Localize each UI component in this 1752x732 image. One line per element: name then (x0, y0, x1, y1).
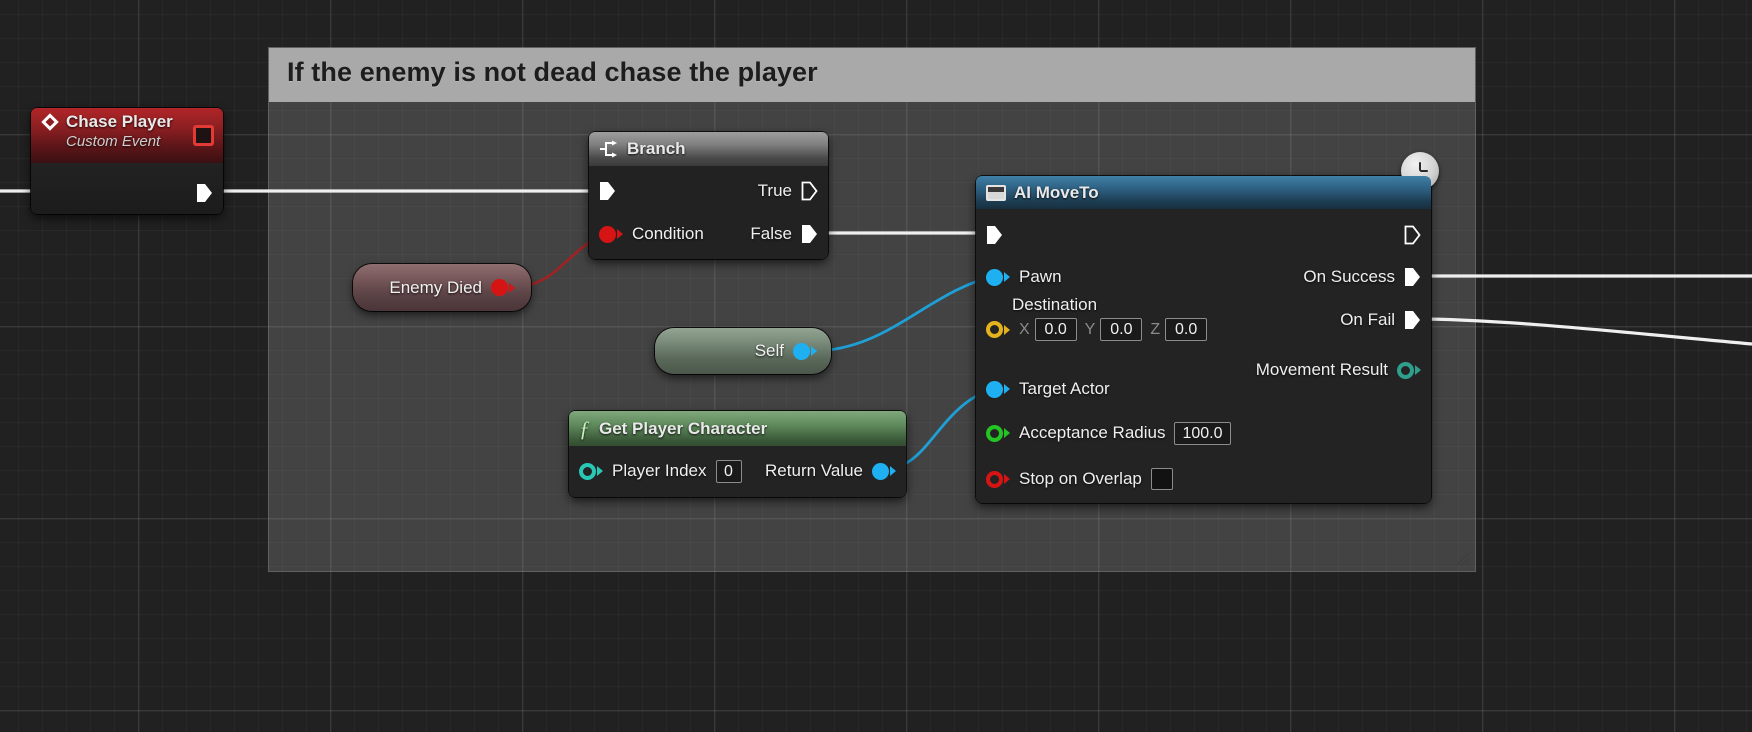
variable-label: Enemy Died (389, 277, 482, 297)
stop-on-overlap-checkbox[interactable] (1150, 468, 1173, 490)
vector-in-pin-destination[interactable] (986, 321, 1003, 338)
node-title: Chase Player (66, 112, 173, 131)
pin-row-condition[interactable]: Condition (599, 221, 704, 247)
pin-row-movement-result[interactable]: Movement Result (1256, 357, 1421, 383)
pin-arrow-icon (509, 282, 515, 293)
pin-arrow-icon (890, 466, 896, 476)
node-body: True Condition False (589, 166, 828, 259)
object-in-pin-target-actor[interactable] (986, 380, 1003, 398)
node-branch[interactable]: Branch True Condition False (589, 132, 828, 259)
pin-arrow-icon (1004, 384, 1010, 394)
node-body: Pawn On Success Destination X 0.0 Y 0.0 (976, 209, 1431, 503)
int-in-pin-player-index[interactable] (579, 462, 596, 480)
destination-x-field[interactable]: 0.0 (1034, 318, 1077, 341)
pin-label-pawn: Pawn (1019, 267, 1062, 286)
pin-arrow-icon (597, 466, 603, 476)
float-in-pin-acceptance-radius[interactable] (986, 424, 1003, 442)
destination-z-field[interactable]: 0.0 (1165, 318, 1208, 341)
pin-label-on-fail: On Fail (1340, 310, 1395, 329)
pin-label-stop-on-overlap: Stop on Overlap (1019, 469, 1142, 488)
pin-row-exec-out[interactable] (196, 180, 213, 206)
node-header[interactable]: Chase Player Custom Event (31, 108, 223, 163)
pin-label-false: False (750, 224, 792, 243)
pin-label-movement-result: Movement Result (1255, 360, 1388, 379)
pin-arrow-icon (1004, 272, 1010, 282)
exec-out-on-fail-pin-icon[interactable] (1404, 310, 1421, 330)
node-ai-move-to[interactable]: AI MoveTo Pawn On Success Destination X … (976, 152, 1439, 503)
pin-row-on-fail[interactable]: On Fail (1340, 307, 1421, 333)
node-body (31, 163, 223, 214)
axis-label-x: X (1019, 320, 1030, 338)
object-out-pin-return-value[interactable] (872, 462, 889, 480)
node-title: Branch (627, 139, 686, 158)
node-enemy-died-variable[interactable]: Enemy Died (353, 264, 531, 311)
exec-out-true-pin-icon[interactable] (801, 181, 818, 201)
node-subtitle: Custom Event (66, 133, 161, 150)
bool-out-pin[interactable] (491, 279, 508, 296)
comment-box-title: If the enemy is not dead chase the playe… (287, 57, 818, 87)
acceptance-radius-field[interactable]: 100.0 (1174, 421, 1231, 445)
exec-in-pin-icon[interactable] (986, 225, 1003, 245)
event-diamond-icon (41, 113, 59, 131)
pin-label-acceptance-radius: Acceptance Radius (1019, 423, 1166, 442)
bool-in-pin-stop-on-overlap[interactable] (986, 470, 1003, 488)
axis-label-z: Z (1150, 320, 1161, 338)
node-title: AI MoveTo (1014, 182, 1099, 202)
pin-label-player-index: Player Index (612, 461, 707, 480)
node-self-reference[interactable]: Self (655, 328, 831, 374)
function-f-icon: ƒ (579, 415, 590, 441)
axis-label-y: Y (1084, 320, 1096, 338)
exec-out-on-success-pin-icon[interactable] (1404, 267, 1421, 287)
pin-label-return-value: Return Value (765, 461, 863, 480)
node-header[interactable]: ƒ Get Player Character (569, 411, 906, 446)
pin-row-stop-on-overlap[interactable]: Stop on Overlap (986, 466, 1173, 492)
pin-row-false[interactable]: False (750, 221, 818, 247)
node-title: Get Player Character (599, 418, 768, 438)
object-in-pin-pawn[interactable] (986, 268, 1003, 286)
pin-label-condition: Condition (632, 224, 704, 243)
pin-row-return-value[interactable]: Return Value (765, 458, 896, 484)
pin-row-destination[interactable]: Destination X 0.0 Y 0.0 Z 0.0 (986, 295, 1208, 341)
object-out-pin[interactable] (793, 342, 810, 360)
pin-arrow-icon (1004, 324, 1010, 335)
node-body: Player Index 0 Return Value (569, 446, 906, 497)
variable-label: Self (754, 341, 784, 360)
node-header[interactable]: AI MoveTo (976, 176, 1431, 209)
pin-row-acceptance-radius[interactable]: Acceptance Radius 100.0 (986, 420, 1231, 446)
pin-row-on-success[interactable]: On Success (1303, 264, 1421, 290)
event-delegate-pin[interactable] (193, 125, 214, 146)
pin-arrow-icon (1415, 365, 1421, 375)
pin-label-destination: Destination (1012, 295, 1098, 314)
pin-row-target-actor[interactable]: Target Actor (986, 376, 1110, 402)
enum-out-pin-movement-result[interactable] (1397, 361, 1414, 379)
pin-arrow-icon (1004, 474, 1010, 484)
node-get-player-character[interactable]: ƒ Get Player Character Player Index 0 Re… (569, 411, 906, 497)
player-index-value-field[interactable]: 0 (715, 459, 742, 483)
branch-icon (600, 140, 617, 158)
exec-out-pin-icon[interactable] (1404, 225, 1421, 245)
pin-arrow-icon (1004, 428, 1010, 438)
pin-row-pawn[interactable]: Pawn (986, 264, 1062, 290)
node-header[interactable]: Branch (589, 132, 828, 166)
pin-label-true: True (757, 181, 792, 200)
pin-row-exec-in[interactable] (986, 222, 1003, 248)
exec-in-pin-icon[interactable] (599, 181, 616, 201)
pin-arrow-icon (617, 229, 623, 239)
pin-row-true[interactable]: True (758, 178, 818, 204)
blueprint-graph-canvas[interactable]: If the enemy is not dead chase the playe… (0, 0, 1752, 732)
bool-in-pin-condition[interactable] (599, 225, 616, 243)
pin-row-exec-in[interactable] (599, 178, 616, 204)
node-window-icon (986, 184, 1006, 201)
node-chase-player-event[interactable]: Chase Player Custom Event (31, 108, 223, 214)
exec-out-pin-icon[interactable] (196, 183, 213, 203)
comment-resize-handle-icon[interactable] (1450, 547, 1470, 567)
pin-arrow-icon (811, 346, 817, 356)
exec-out-false-pin-icon[interactable] (801, 224, 818, 244)
pin-label-on-success: On Success (1303, 267, 1395, 286)
pin-row-player-index[interactable]: Player Index 0 (579, 458, 742, 484)
destination-y-field[interactable]: 0.0 (1100, 318, 1143, 341)
pin-label-target-actor: Target Actor (1019, 379, 1110, 398)
pin-row-exec-out[interactable] (1404, 222, 1421, 248)
